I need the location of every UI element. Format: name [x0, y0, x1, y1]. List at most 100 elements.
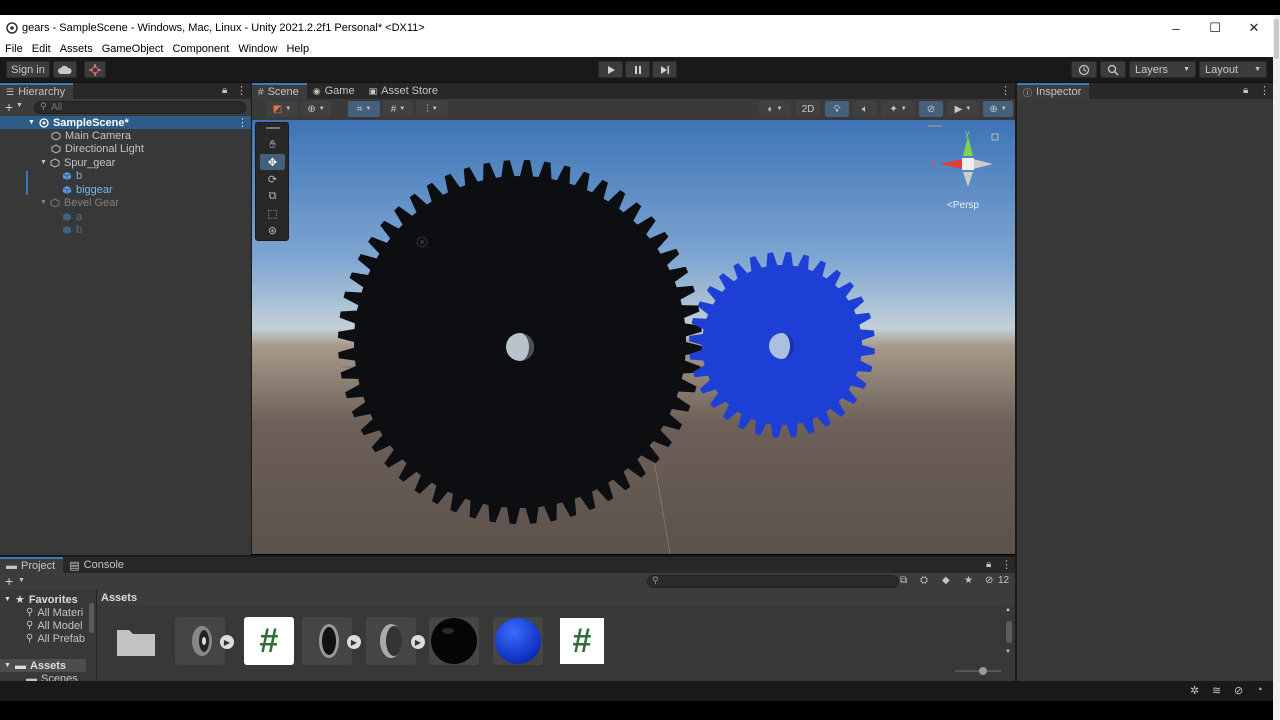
undo-history-button[interactable] [1071, 61, 1097, 78]
pause-button[interactable] [625, 61, 650, 78]
progress-icon[interactable]: ◔ [1256, 684, 1263, 696]
visibility-toggle[interactable]: ⊘ [919, 101, 943, 117]
chevron-down-icon[interactable]: ▼ [18, 577, 25, 584]
lock-icon[interactable]: 🔒︎ [1243, 85, 1248, 96]
expand-prefab-button[interactable]: ▶ [411, 635, 425, 649]
orientation-dropdown[interactable]: ⊕ ▼ [301, 101, 331, 117]
tab-hierarchy[interactable]: ☰ Hierarchy [0, 83, 74, 99]
gizmo-center[interactable] [962, 158, 974, 170]
tab-project[interactable]: ▬ Project [0, 557, 64, 573]
layout-dropdown[interactable]: Layout ▼ [1199, 61, 1267, 78]
outer-scrollbar-thumb[interactable] [1274, 19, 1279, 59]
gizmo-neg-z-axis[interactable] [963, 172, 973, 187]
camera-dropdown[interactable]: ▶ ▼ [947, 101, 979, 117]
hand-tool[interactable]: ✋︎ [260, 137, 285, 153]
menu-gameobject[interactable]: GameObject [102, 43, 164, 55]
tree-item-bevel-gear[interactable]: ▼ Bevel Gear [40, 196, 119, 209]
asset-script[interactable]: # [244, 617, 294, 665]
asset-folder[interactable] [111, 617, 161, 665]
menu-file[interactable]: File [5, 43, 23, 55]
asset-material-black[interactable] [429, 617, 479, 665]
tree-item-a[interactable]: a [62, 210, 82, 223]
lock-icon[interactable]: 🔒︎ [222, 85, 227, 96]
audio-toggle[interactable]: 🔈︎ [853, 101, 877, 117]
zoom-slider[interactable] [955, 667, 1001, 675]
tab-console[interactable]: ▤ Console [63, 557, 132, 573]
step-button[interactable] [652, 61, 677, 78]
filter-icon[interactable]: ⛭ [920, 575, 928, 586]
move-tool[interactable]: ✥ [260, 154, 285, 170]
asset-script[interactable]: # [557, 617, 607, 665]
tab-game[interactable]: ◉ Game [307, 83, 363, 99]
sign-in-button[interactable]: Sign in [6, 61, 50, 78]
scroll-down-icon[interactable]: ▼ [1005, 649, 1011, 655]
gizmos-dropdown[interactable]: ⊕ ▼ [983, 101, 1013, 117]
rect-tool[interactable]: ⬚ [260, 205, 285, 221]
orientation-gizmo[interactable] [928, 125, 999, 187]
add-icon[interactable]: + [5, 99, 13, 115]
snap-toggle[interactable]: ⌗ ▼ [348, 101, 380, 117]
asset-model[interactable] [366, 617, 416, 665]
perspective-label[interactable]: <Persp [947, 200, 979, 211]
effects-dropdown[interactable]: ✦ ▼ [881, 101, 915, 117]
tree-item-spur-gear[interactable]: ▼ Spur_gear [40, 156, 115, 169]
menu-icon[interactable]: ⋮ [1259, 84, 1270, 97]
favorite-item[interactable]: ⚲ All Model [26, 619, 83, 632]
tree-item-b[interactable]: b [62, 169, 82, 182]
bug-icon[interactable]: ✲ [1190, 684, 1199, 697]
tree-scrollbar-thumb[interactable] [89, 603, 94, 633]
tree-item-main-camera[interactable]: Main Camera [51, 129, 131, 142]
toolstrip-handle[interactable] [266, 127, 280, 129]
project-search-input[interactable]: ⚲ [647, 575, 899, 588]
layers-icon[interactable]: ≋ [1212, 684, 1221, 697]
collab-button[interactable] [84, 61, 106, 78]
tree-scrollbar[interactable] [88, 593, 95, 677]
breadcrumb[interactable]: Assets [101, 592, 137, 604]
tab-asset-store[interactable]: ▣ Asset Store [363, 83, 446, 99]
menu-component[interactable]: Component [172, 43, 229, 55]
assets-folder-row[interactable]: ▼ ▬ Assets [4, 659, 66, 672]
cloud-button[interactable] [53, 61, 77, 78]
gizmo-x-axis[interactable] [939, 159, 963, 169]
grid-dropdown[interactable]: # ▼ [383, 101, 413, 117]
increment-snap-dropdown[interactable]: ⫶ ▼ [416, 101, 448, 117]
hierarchy-search-input[interactable]: ⚲ All [34, 101, 246, 114]
minimize-button[interactable]: – [1156, 15, 1196, 41]
scene-row[interactable]: ▼ SampleScene* [28, 116, 129, 129]
label-icon[interactable]: ◆ [942, 575, 950, 586]
star-icon[interactable]: ★ [964, 575, 973, 586]
gizmo-handle[interactable] [928, 125, 942, 127]
search-by-type-icon[interactable]: ⧉ [900, 575, 907, 586]
scene-menu-icon[interactable]: ⋮ [237, 116, 248, 129]
maximize-button[interactable]: ☐ [1195, 15, 1235, 41]
debug-icon[interactable]: ⊘ [1234, 684, 1243, 697]
tab-inspector[interactable]: ⓘ Inspector [1017, 83, 1090, 99]
tree-item-biggear[interactable]: biggear [62, 183, 113, 196]
expand-prefab-button[interactable]: ▶ [220, 635, 234, 649]
favorite-item[interactable]: ⚲ All Materi [26, 606, 83, 619]
search-button[interactable] [1100, 61, 1126, 78]
close-button[interactable]: ✕ [1234, 15, 1274, 41]
add-icon[interactable]: + [5, 573, 13, 589]
assets-scrollbar-thumb[interactable] [1006, 621, 1012, 643]
menu-window[interactable]: Window [238, 43, 277, 55]
menu-icon[interactable]: ⋮ [1000, 84, 1011, 97]
favorites-row[interactable]: ▼ ★ Favorites [4, 593, 78, 607]
menu-edit[interactable]: Edit [32, 43, 51, 55]
asset-model[interactable] [175, 617, 225, 665]
draw-mode-dropdown[interactable]: ◩ ▼ [266, 101, 298, 117]
assets-scrollbar[interactable]: ▲ ▼ [1005, 607, 1013, 661]
tree-item-directional-light[interactable]: Directional Light [51, 142, 144, 155]
tree-item-b2[interactable]: b [62, 223, 82, 236]
gizmo-neg-x-axis[interactable] [973, 159, 993, 169]
scene-viewport[interactable]: y x <Persp [252, 120, 1015, 554]
mode-2d-toggle[interactable]: 2D [796, 101, 820, 117]
menu-help[interactable]: Help [286, 43, 309, 55]
expand-prefab-button[interactable]: ▶ [347, 635, 361, 649]
chevron-down-icon[interactable]: ▼ [16, 102, 23, 109]
draw-mode-shaded[interactable]: ◐ ▼ [759, 101, 791, 117]
lighting-toggle[interactable]: 💡︎ [825, 101, 849, 117]
scale-tool[interactable]: ⧉ [260, 188, 285, 204]
transform-tool[interactable]: ⊛ [260, 222, 285, 238]
rotate-tool[interactable]: ⟳ [260, 171, 285, 187]
